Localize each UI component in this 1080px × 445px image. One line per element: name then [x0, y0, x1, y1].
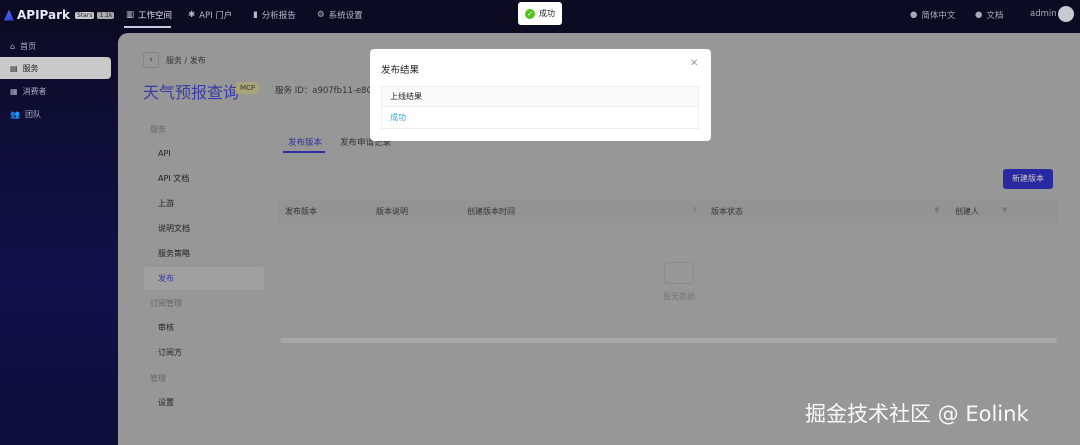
sidebar-item-team[interactable]: 👥 团队 [0, 103, 111, 125]
sidebar-item-service[interactable]: ▤ 服务 [0, 57, 111, 79]
sidebar-item-label: 消费者 [22, 86, 47, 96]
github-stars-badge[interactable]: Stars [75, 11, 95, 19]
logo[interactable]: APIPark Stars 1.1k [4, 8, 115, 22]
help-icon: ● [975, 10, 983, 20]
modal-title: 发布结果 [381, 65, 420, 76]
nav-label: 工作空间 [138, 11, 173, 21]
filter-icon[interactable]: ▼ [934, 206, 939, 214]
result-value: 成功 [381, 107, 699, 129]
page-title: 天气预报查询 [143, 83, 240, 102]
tab-publish-versions[interactable]: 发布版本 [288, 136, 322, 148]
subnav-group-manage: 管理 [150, 374, 166, 383]
nav-settings[interactable]: ⚙ 系统设置 [317, 9, 363, 21]
success-toast: ✓ 成功 [518, 2, 562, 25]
subnav-upstream[interactable]: 上游 [144, 192, 264, 215]
new-version-button[interactable]: 新建版本 [1003, 169, 1053, 189]
sidebar: ⌂ 首页 ▤ 服务 ▦ 消费者 👥 团队 [0, 33, 118, 445]
toast-text: 成功 [539, 9, 555, 18]
subnav-policy[interactable]: 服务策略 [144, 242, 264, 265]
col-created-time[interactable]: 创建版本时间 [467, 206, 515, 217]
col-status: 版本状态 [711, 207, 743, 216]
grid-icon: ▦ [10, 86, 18, 96]
empty-text: 暂无数据 [663, 292, 695, 301]
tab-active-indicator [283, 151, 325, 153]
close-icon[interactable]: ✕ [690, 58, 698, 69]
check-circle-icon: ✓ [525, 8, 535, 19]
avatar[interactable] [1058, 6, 1074, 22]
logo-icon [4, 9, 14, 21]
breadcrumb-current: 发布 [189, 56, 206, 65]
col-creator: 创建人 [955, 207, 979, 216]
nav-label: 分析报告 [261, 11, 296, 21]
nav-analytics[interactable]: ▮ 分析报告 [253, 9, 296, 21]
sidebar-item-consumer[interactable]: ▦ 消费者 [0, 80, 111, 102]
chevron-left-icon: ‹ [149, 55, 153, 65]
team-icon: 👥 [10, 109, 20, 119]
nav-workspace[interactable]: ▥ 工作空间 [126, 9, 172, 21]
breadcrumb-sep: / [184, 56, 188, 65]
subnav-subscribers[interactable]: 订阅方 [144, 341, 264, 364]
nav-api-portal[interactable]: ✱ API 门户 [188, 9, 232, 21]
service-icon: ▤ [10, 63, 18, 73]
subnav-publish[interactable]: 发布 [144, 267, 264, 290]
subnav-api[interactable]: API [144, 142, 264, 165]
sidebar-item-label: 团队 [24, 109, 41, 119]
language-label: 简体中文 [921, 11, 956, 21]
filter-icon[interactable]: ▼ [1002, 206, 1007, 214]
service-id: 服务 ID：a907fb11-e803- [275, 86, 381, 96]
docs-label: 文档 [986, 11, 1004, 21]
subnav-group-service: 服务 [150, 125, 166, 134]
sort-icon[interactable]: ⇕ [692, 206, 698, 214]
breadcrumb-service[interactable]: 服务 [166, 56, 182, 65]
portal-icon: ✱ [188, 10, 196, 20]
home-icon: ⌂ [10, 41, 16, 51]
nav-label: 系统设置 [328, 11, 363, 21]
globe-icon: ● [910, 10, 918, 20]
sidebar-item-home[interactable]: ⌂ 首页 [0, 35, 111, 57]
publish-result-modal: 发布结果 ✕ 上线结果 成功 [370, 49, 711, 141]
nav-label: API 门户 [199, 11, 233, 21]
subnav-review[interactable]: 审核 [144, 316, 264, 339]
col-description: 版本说明 [376, 207, 408, 216]
nav-active-indicator [124, 26, 171, 28]
docs-link[interactable]: ● 文档 [975, 9, 1003, 21]
github-stars-count: 1.1k [97, 11, 115, 19]
breadcrumb: 服务 / 发布 [166, 55, 206, 66]
empty-inbox-icon [664, 262, 694, 284]
logo-text: APIPark [17, 8, 71, 22]
gear-icon: ⚙ [317, 10, 325, 20]
chart-icon: ▮ [253, 10, 258, 20]
mcp-badge: MCP [236, 82, 260, 94]
language-switch[interactable]: ● 简体中文 [910, 9, 955, 21]
back-button[interactable]: ‹ [143, 52, 159, 68]
result-column-header: 上线结果 [381, 86, 699, 107]
subnav-group-subscription: 订阅管理 [150, 299, 182, 308]
subnav-readme[interactable]: 说明文档 [144, 217, 264, 240]
sidebar-item-label: 首页 [20, 41, 37, 51]
sidebar-item-label: 服务 [22, 63, 39, 73]
col-version: 发布版本 [285, 207, 317, 216]
watermark: 掘金技术社区 @ Eolink [805, 402, 1029, 426]
subnav-settings[interactable]: 设置 [144, 391, 264, 414]
subnav-api-docs[interactable]: API 文档 [144, 167, 264, 190]
horizontal-scrollbar[interactable] [280, 338, 1057, 343]
workspace-icon: ▥ [126, 10, 135, 20]
user-name[interactable]: admin [1030, 9, 1057, 19]
